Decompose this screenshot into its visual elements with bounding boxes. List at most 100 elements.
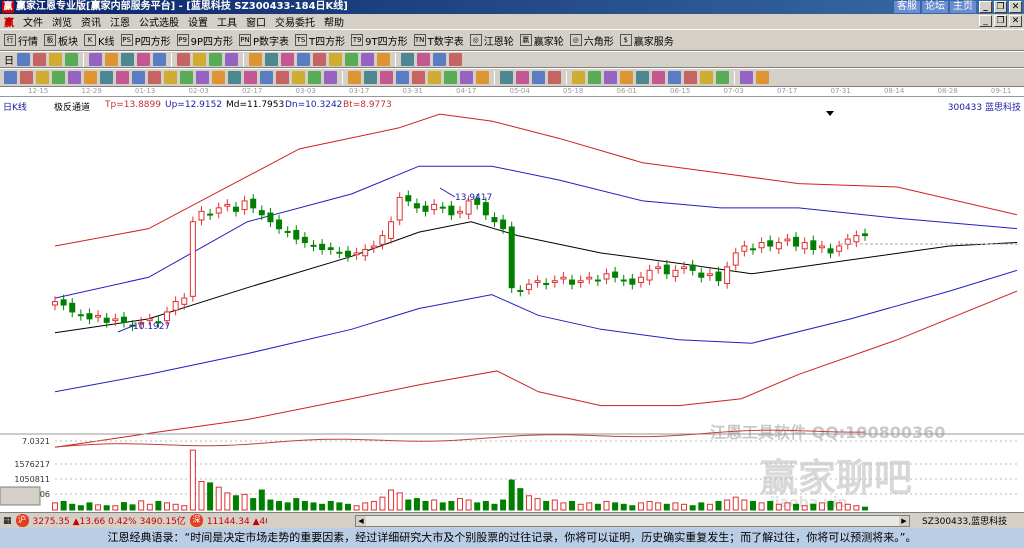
tool-icon[interactable] — [276, 71, 289, 84]
shanghai-index[interactable]: 3275.35 ▲13.66 0.42% 3490.15亿 — [33, 514, 186, 527]
tool-icon[interactable] — [716, 71, 729, 84]
tool-icon[interactable] — [412, 71, 425, 84]
menu-news[interactable]: 资讯 — [81, 14, 101, 29]
tool-icon[interactable] — [228, 71, 241, 84]
tool-icon[interactable] — [209, 53, 222, 66]
tool-icon[interactable] — [36, 71, 49, 84]
tool-icon[interactable] — [105, 53, 118, 66]
horizontal-scrollbar[interactable]: ◀ ▶ — [355, 515, 910, 527]
child-restore-button[interactable]: ❐ — [994, 15, 1007, 27]
tool-icon[interactable] — [20, 71, 33, 84]
toolbar-button-0[interactable]: 行行情 — [4, 33, 38, 48]
toolbar-button-2[interactable]: K K线 — [84, 33, 115, 48]
tool-icon[interactable] — [444, 71, 457, 84]
tool-icon[interactable] — [52, 71, 65, 84]
tool-icon[interactable] — [137, 53, 150, 66]
toolbar-button-6[interactable]: TS T四方形 — [295, 33, 345, 48]
menu-gann[interactable]: 江恩 — [110, 14, 130, 29]
tool-icon[interactable] — [65, 53, 78, 66]
link-forum[interactable]: 论坛 — [922, 1, 948, 13]
tool-icon[interactable] — [4, 71, 17, 84]
tool-icon[interactable] — [89, 53, 102, 66]
toolbar-button-8[interactable]: TN T数字表 — [413, 33, 464, 48]
toolbar-button-11[interactable]: ◎ 六角形 — [569, 33, 614, 48]
tool-icon[interactable] — [33, 53, 46, 66]
tool-icon[interactable] — [297, 53, 310, 66]
child-close-button[interactable]: ✕ — [1009, 15, 1022, 27]
tool-icon[interactable] — [132, 71, 145, 84]
tool-icon[interactable] — [148, 71, 161, 84]
tool-icon[interactable] — [100, 71, 113, 84]
tool-icon[interactable] — [604, 71, 617, 84]
tool-icon[interactable] — [164, 71, 177, 84]
tool-icon[interactable] — [377, 53, 390, 66]
tool-icon[interactable] — [588, 71, 601, 84]
tool-icon[interactable] — [548, 71, 561, 84]
tool-icon[interactable] — [433, 53, 446, 66]
tool-icon[interactable] — [49, 53, 62, 66]
tool-icon[interactable] — [68, 71, 81, 84]
tool-icon[interactable] — [364, 71, 377, 84]
toolbar-button-1[interactable]: 板板块 — [44, 33, 78, 48]
restore-button[interactable]: ❐ — [994, 1, 1007, 13]
toolbar-button-9[interactable]: ◎ 江恩轮 — [469, 33, 514, 48]
tool-icon[interactable] — [417, 53, 430, 66]
tool-icon[interactable] — [476, 71, 489, 84]
tool-icon[interactable] — [260, 71, 273, 84]
kline-chart[interactable]: 12-15 12-29 01-13 02-03 02-17 03-03 03-17 03-31… — [0, 87, 1024, 512]
menu-window[interactable]: 窗口 — [246, 14, 266, 29]
menu-formula[interactable]: 公式选股 — [139, 14, 179, 29]
tool-icon[interactable] — [249, 53, 262, 66]
tool-icon[interactable] — [348, 71, 361, 84]
tool-icon[interactable] — [345, 53, 358, 66]
calculator-icon[interactable]: ▦ — [3, 516, 12, 526]
tool-icon[interactable] — [324, 71, 337, 84]
link-home[interactable]: 主页 — [950, 1, 976, 13]
menu-settings[interactable]: 设置 — [188, 14, 208, 29]
tool-icon[interactable] — [17, 53, 30, 66]
tool-icon[interactable] — [668, 71, 681, 84]
toolbar-button-12[interactable]: $ 赢家服务 — [619, 33, 674, 48]
close-button[interactable]: ✕ — [1009, 1, 1022, 13]
tool-icon[interactable] — [532, 71, 545, 84]
menu-file[interactable]: 文件 — [23, 14, 43, 29]
tool-icon[interactable] — [116, 71, 129, 84]
tool-icon[interactable] — [153, 53, 166, 66]
tool-icon[interactable] — [700, 71, 713, 84]
tool-icon[interactable] — [740, 71, 753, 84]
tool-icon[interactable] — [292, 71, 305, 84]
tool-icon[interactable] — [428, 71, 441, 84]
tool-icon[interactable] — [225, 53, 238, 66]
panel-toggle-button[interactable] — [0, 486, 41, 506]
tool-icon[interactable] — [329, 53, 342, 66]
menu-browse[interactable]: 浏览 — [52, 14, 72, 29]
tool-icon[interactable] — [401, 53, 414, 66]
tool-icon[interactable] — [177, 53, 190, 66]
toolbar-button-3[interactable]: PS P四方形 — [120, 33, 171, 48]
tool-icon[interactable] — [180, 71, 193, 84]
tool-icon[interactable] — [281, 53, 294, 66]
tool-icon[interactable] — [313, 53, 326, 66]
tool-icon[interactable] — [620, 71, 633, 84]
minimize-button[interactable]: _ — [979, 1, 992, 13]
tool-icon[interactable] — [500, 71, 513, 84]
tool-icon[interactable] — [684, 71, 697, 84]
menu-trade[interactable]: 交易委托 — [275, 14, 315, 29]
shenzhen-index[interactable]: 11144.34 ▲40.18 0.36% 3947.01亿 — [207, 514, 267, 527]
tool-icon[interactable] — [121, 53, 134, 66]
link-service[interactable]: 客服 — [894, 1, 920, 13]
tool-icon[interactable] — [361, 53, 374, 66]
tool-icon[interactable] — [196, 71, 209, 84]
tool-icon[interactable] — [212, 71, 225, 84]
tool-icon[interactable] — [265, 53, 278, 66]
tool-icon[interactable] — [84, 71, 97, 84]
toolbar-button-10[interactable]: 赢赢家轮 — [519, 33, 564, 48]
scroll-right-button[interactable]: ▶ — [899, 516, 909, 526]
scroll-left-button[interactable]: ◀ — [356, 516, 366, 526]
tool-icon[interactable] — [652, 71, 665, 84]
tool-icon[interactable] — [460, 71, 473, 84]
menu-help[interactable]: 帮助 — [324, 14, 344, 29]
menu-tools[interactable]: 工具 — [217, 14, 237, 29]
tool-icon[interactable] — [572, 71, 585, 84]
tool-icon[interactable] — [308, 71, 321, 84]
